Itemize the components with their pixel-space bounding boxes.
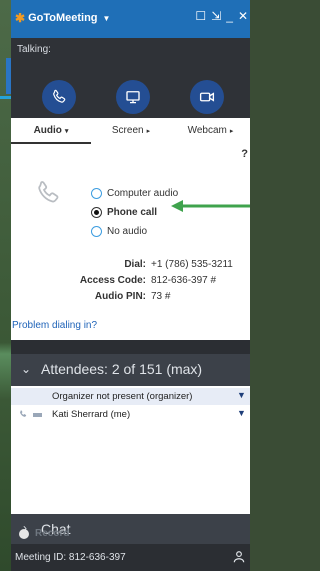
attendees-title: Attendees: 2 of 151 (max) (41, 361, 203, 377)
record-label: Record (35, 528, 70, 539)
compact-button[interactable]: ⇲ (211, 9, 221, 23)
chevron-down-icon[interactable]: ▼ (237, 390, 246, 400)
attendee-name: Organizer not present (organizer) (52, 391, 193, 402)
arrow-left-icon (171, 200, 250, 212)
radio-label: Computer audio (107, 188, 179, 199)
meeting-id: Meeting ID: 812-636-397 (15, 552, 126, 563)
attendee-icon[interactable] (232, 550, 246, 564)
audio-pin-label: Audio PIN: (94, 291, 146, 302)
talking-area: Talking: (11, 38, 250, 118)
phone-icon (20, 410, 27, 417)
app-menu[interactable]: ✱ GoToMeeting ▼ (15, 11, 110, 25)
webcam-button[interactable] (190, 80, 224, 114)
radio-circle-icon (91, 188, 102, 199)
chevron-down-icon[interactable]: ▼ (237, 408, 246, 418)
dial-label: Dial: (124, 259, 146, 270)
attendees-header[interactable]: ⌄ Attendees: 2 of 151 (max) (11, 354, 250, 386)
radio-phone-call[interactable]: Phone call (91, 207, 157, 218)
attendee-row[interactable]: Kati Sherrard (me) ▼ (11, 406, 250, 423)
help-button[interactable]: ? (241, 148, 248, 160)
radio-selected-icon (91, 207, 102, 218)
chevron-right-icon: ▸ (229, 128, 234, 135)
app-name: GoToMeeting (28, 12, 98, 24)
monitor-icon (126, 91, 140, 104)
audio-pin-row: Audio PIN: 73 # (11, 291, 250, 305)
access-code-value: 812-636-397 # (151, 275, 217, 286)
title-bar: ✱ GoToMeeting ▼ ☐ ⇲ _ ✕ (11, 0, 250, 38)
radio-label: Phone call (107, 207, 158, 218)
radio-circle-icon (91, 226, 102, 237)
minimize-button[interactable]: _ (226, 9, 233, 23)
chevron-down-icon: ⌄ (21, 362, 32, 376)
radio-computer-audio[interactable]: Computer audio (91, 188, 178, 199)
gotomeeting-window: ✱ GoToMeeting ▼ ☐ ⇲ _ ✕ Talking: Audio▾ (11, 0, 250, 571)
access-code-label: Access Code: (79, 275, 146, 286)
chevron-down-icon: ▾ (64, 128, 69, 135)
chevron-down-icon: ▼ (102, 13, 111, 23)
audio-pin-value: 73 # (151, 291, 171, 302)
tab-screen[interactable]: Screen ▸ (91, 118, 171, 144)
dial-value: +1 (786) 535-3211 (151, 259, 233, 270)
gotomeeting-logo-icon: ✱ (15, 11, 26, 25)
close-button[interactable]: ✕ (238, 9, 248, 23)
call-button[interactable] (42, 80, 76, 114)
phone-icon (53, 89, 66, 103)
access-code-row: Access Code: 812-636-397 # (11, 275, 250, 289)
tab-webcam-label: Webcam (187, 125, 227, 136)
background-window-line (0, 96, 11, 99)
attendees-list: Organizer not present (organizer) ▼ Kati… (11, 386, 250, 514)
tab-audio-label: Audio (33, 125, 62, 136)
footer-bar: Meeting ID: 812-636-397 (11, 544, 250, 571)
mic-level-icon (33, 413, 42, 417)
radio-label: No audio (107, 226, 148, 237)
attendee-name: Kati Sherrard (me) (52, 409, 131, 420)
dial-row: Dial: +1 (786) 535-3211 (11, 259, 250, 273)
tab-audio[interactable]: Audio ▾ (11, 118, 91, 144)
tab-webcam[interactable]: Webcam ▸ (171, 118, 250, 144)
screen-share-button[interactable] (116, 80, 150, 114)
camera-icon (199, 92, 215, 102)
problem-dialing-link[interactable]: Problem dialing in? (12, 320, 97, 331)
radio-no-audio[interactable]: No audio (91, 226, 147, 237)
audio-panel: Audio ▾ Screen ▸ Webcam ▸ ? Computer audio … (11, 118, 250, 340)
phone-handset-icon (38, 181, 59, 203)
talking-label: Talking: (17, 44, 51, 55)
attendee-row[interactable]: Organizer not present (organizer) ▼ (11, 388, 250, 405)
tab-screen-label: Screen (111, 125, 144, 136)
chevron-right-icon: ▸ (146, 128, 151, 135)
record-row[interactable]: Record (11, 524, 250, 542)
restore-button[interactable]: ☐ (195, 9, 206, 23)
record-icon (19, 529, 29, 539)
